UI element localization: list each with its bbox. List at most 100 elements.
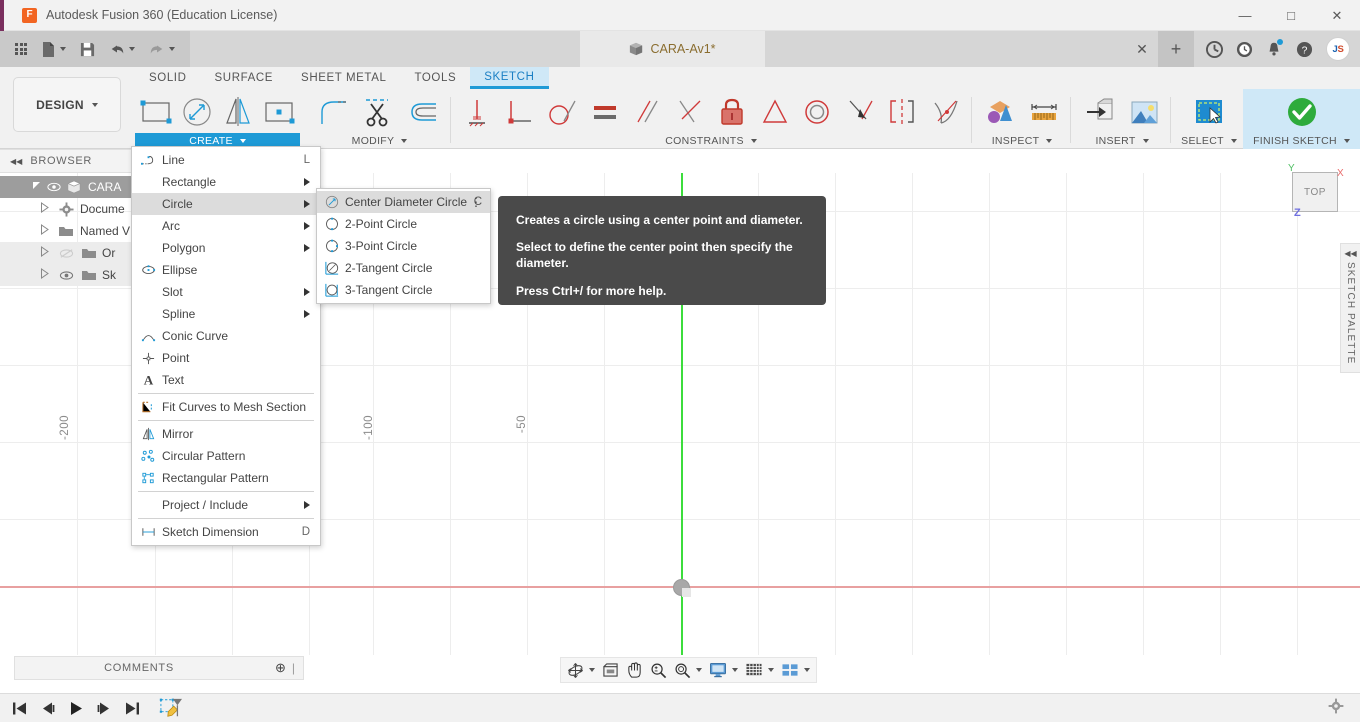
menu-item-spline[interactable]: Spline: [132, 303, 320, 325]
menu-item-conic-curve[interactable]: Conic Curve: [132, 325, 320, 347]
expand-arrow-icon[interactable]: [40, 202, 54, 216]
parallel-constraint-icon[interactable]: [626, 91, 669, 133]
expand-arrow-icon[interactable]: [40, 224, 54, 238]
bell-icon[interactable]: [1260, 31, 1288, 67]
go-to-beginning-icon[interactable]: [8, 695, 32, 721]
document-tab-close-icon[interactable]: ✕: [1130, 31, 1154, 67]
rectangular-pattern-tool-icon[interactable]: [259, 91, 300, 133]
menu-item-line[interactable]: Line L: [132, 149, 320, 171]
fillet-tool-icon[interactable]: [312, 91, 356, 133]
curvature-constraint-icon[interactable]: [924, 91, 967, 133]
perpendicular-constraint-icon[interactable]: [669, 91, 712, 133]
menu-item-mirror[interactable]: Mirror: [132, 423, 320, 445]
overflow-menu-icon[interactable]: ⋮: [470, 196, 482, 208]
expand-arrow-icon[interactable]: [32, 180, 44, 194]
menu-item-polygon[interactable]: Polygon: [132, 237, 320, 259]
close-icon[interactable]: ✕: [1314, 0, 1360, 31]
chevron-down-icon[interactable]: [804, 668, 810, 672]
insert-derive-icon[interactable]: [1078, 91, 1122, 133]
orbit-icon[interactable]: [564, 658, 598, 682]
finish-sketch-check-icon[interactable]: [1280, 91, 1324, 133]
measure-tool-icon[interactable]: [978, 91, 1022, 133]
submenu-item-center-diameter-circle[interactable]: Center Diameter Circle C ⋮: [317, 191, 490, 213]
menu-item-ellipse[interactable]: Ellipse: [132, 259, 320, 281]
display-settings-icon[interactable]: [706, 658, 741, 682]
menu-item-text[interactable]: A Text: [132, 369, 320, 391]
menu-item-point[interactable]: Point: [132, 347, 320, 369]
recent-icon[interactable]: [1230, 31, 1258, 67]
save-icon[interactable]: [73, 31, 102, 67]
zoom-fit-icon[interactable]: [671, 658, 705, 682]
insert-canvas-icon[interactable]: [1122, 91, 1166, 133]
submenu-item-2-point-circle[interactable]: 2-Point Circle: [317, 213, 490, 235]
chevron-down-icon[interactable]: [589, 668, 595, 672]
eye-hidden-icon[interactable]: [54, 248, 78, 259]
panel-label-modify[interactable]: MODIFY: [312, 133, 447, 149]
horizontal-vertical-constraint-icon[interactable]: [456, 91, 499, 133]
midpoint-constraint-icon[interactable]: [754, 91, 797, 133]
concentric-constraint-icon[interactable]: [796, 91, 839, 133]
tab-sheet-metal[interactable]: SHEET METAL: [287, 67, 400, 89]
symmetry-constraint-icon[interactable]: [881, 91, 924, 133]
workspace-switcher-button[interactable]: DESIGN: [13, 77, 121, 132]
menu-item-rectangular-pattern[interactable]: Rectangular Pattern: [132, 467, 320, 489]
chevron-down-icon[interactable]: [768, 668, 774, 672]
minimize-icon[interactable]: —: [1222, 0, 1268, 31]
panel-label-constraints[interactable]: CONSTRAINTS: [456, 133, 966, 149]
submenu-item-3-point-circle[interactable]: 3-Point Circle: [317, 235, 490, 257]
tangent-constraint-icon[interactable]: [541, 91, 584, 133]
timeline-settings-gear-icon[interactable]: [1328, 698, 1344, 718]
menu-item-project-include[interactable]: Project / Include: [132, 494, 320, 516]
comments-panel[interactable]: COMMENTS ⊕ |: [14, 656, 304, 680]
add-comment-icon[interactable]: ⊕: [275, 660, 286, 676]
document-tab[interactable]: CARA-Av1*: [580, 31, 765, 67]
menu-item-arc[interactable]: Arc: [132, 215, 320, 237]
maximize-icon[interactable]: □: [1268, 0, 1314, 31]
menu-item-circular-pattern[interactable]: Circular Pattern: [132, 445, 320, 467]
look-at-icon[interactable]: [599, 658, 622, 682]
offset-tool-icon[interactable]: [400, 91, 444, 133]
eye-icon[interactable]: [44, 182, 64, 192]
tab-solid[interactable]: SOLID: [135, 67, 201, 89]
chevron-down-icon[interactable]: [696, 668, 702, 672]
zoom-icon[interactable]: [647, 658, 670, 682]
job-status-icon[interactable]: [1200, 31, 1228, 67]
menu-item-fit-curves-to-mesh-section[interactable]: Fit Curves to Mesh Section: [132, 396, 320, 418]
go-to-end-icon[interactable]: [120, 695, 144, 721]
collinear-constraint-icon[interactable]: [839, 91, 882, 133]
panel-label-insert[interactable]: INSERT: [1078, 133, 1166, 149]
expand-arrow-icon[interactable]: [40, 246, 54, 260]
tab-surface[interactable]: SURFACE: [201, 67, 288, 89]
sketch-feature-icon[interactable]: [156, 695, 186, 721]
view-cube[interactable]: TOP: [1292, 172, 1338, 212]
sketch-origin-point[interactable]: [673, 579, 691, 597]
help-icon[interactable]: ?: [1290, 31, 1318, 67]
play-icon[interactable]: [64, 695, 88, 721]
menu-item-slot[interactable]: Slot: [132, 281, 320, 303]
expand-arrow-icon[interactable]: [40, 268, 54, 282]
step-back-icon[interactable]: [36, 695, 60, 721]
sketch-dimension-icon[interactable]: [1022, 91, 1066, 133]
comments-resize-handle[interactable]: |: [292, 661, 295, 675]
panel-label-inspect[interactable]: INSPECT: [978, 133, 1066, 149]
avatar[interactable]: JS: [1326, 37, 1350, 61]
menu-item-sketch-dimension[interactable]: Sketch Dimension D: [132, 521, 320, 543]
pan-icon[interactable]: [623, 658, 646, 682]
redo-icon[interactable]: [142, 31, 182, 67]
rectangle-tool-icon[interactable]: [135, 91, 176, 133]
new-document-icon[interactable]: [34, 31, 73, 67]
tab-sketch[interactable]: SKETCH: [470, 67, 549, 89]
panel-label-select[interactable]: SELECT: [1178, 133, 1240, 149]
viewports-icon[interactable]: [778, 658, 813, 682]
trim-tool-icon[interactable]: [356, 91, 400, 133]
select-window-icon[interactable]: [1178, 91, 1240, 133]
menu-item-rectangle[interactable]: Rectangle: [132, 171, 320, 193]
panel-label-finish-sketch[interactable]: FINISH SKETCH: [1243, 133, 1360, 149]
grid-snaps-icon[interactable]: [742, 658, 777, 682]
chevron-down-icon[interactable]: [732, 668, 738, 672]
center-diameter-circle-tool-icon[interactable]: [176, 91, 217, 133]
tab-tools[interactable]: TOOLS: [400, 67, 470, 89]
browser-collapse-icon[interactable]: ◀◀: [10, 157, 22, 166]
submenu-item-2-tangent-circle[interactable]: 2-Tangent Circle: [317, 257, 490, 279]
step-forward-icon[interactable]: [92, 695, 116, 721]
